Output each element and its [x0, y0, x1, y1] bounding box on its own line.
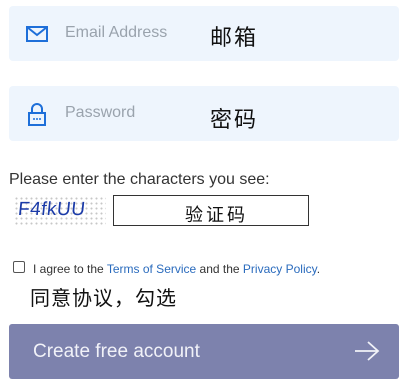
envelope-icon — [26, 26, 48, 42]
captcha-image-text: F4fkUU — [16, 199, 87, 220]
create-account-button[interactable]: Create free account — [9, 324, 399, 379]
email-field[interactable] — [9, 6, 399, 61]
agree-label: I agree to the Terms of Service and the … — [33, 262, 320, 276]
agree-annotation: 同意协议，勾选 — [30, 286, 177, 310]
privacy-policy-link[interactable]: Privacy Policy — [243, 262, 317, 276]
email-input[interactable] — [65, 19, 195, 47]
password-field[interactable] — [9, 86, 399, 141]
agree-suffix: . — [316, 262, 321, 276]
email-annotation: 邮箱 — [210, 26, 259, 51]
captcha-prompt: Please enter the characters you see: — [9, 171, 270, 188]
terms-of-service-link[interactable]: Terms of Service — [107, 262, 196, 276]
password-input[interactable] — [65, 99, 195, 127]
password-annotation: 密码 — [210, 108, 259, 133]
agree-checkbox[interactable] — [13, 261, 25, 273]
arrow-right-icon — [355, 341, 380, 361]
create-account-label: Create free account — [33, 341, 200, 362]
lock-icon — [28, 103, 46, 126]
agree-middle: and the — [196, 262, 243, 276]
captcha-image: F4fkUU — [14, 196, 106, 226]
agree-prefix: I agree to the — [33, 262, 107, 276]
captcha-annotation: 验证码 — [185, 205, 248, 226]
